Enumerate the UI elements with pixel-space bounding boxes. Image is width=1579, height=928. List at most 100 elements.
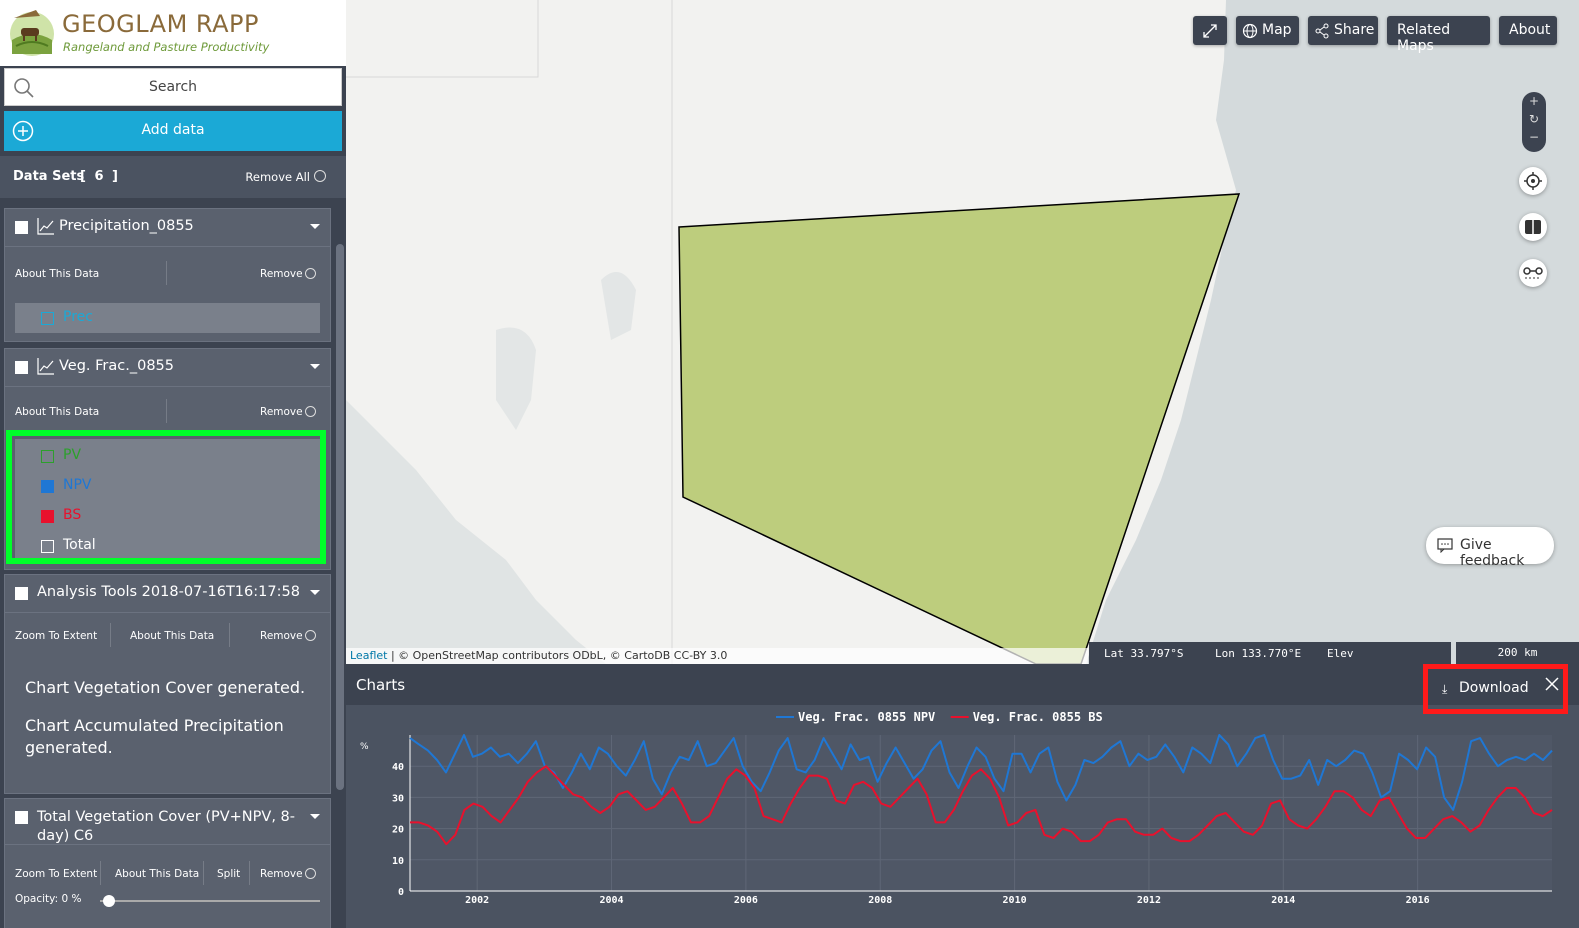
y-tick-label: 40 bbox=[392, 762, 404, 773]
legend-box: Prec bbox=[15, 303, 320, 333]
search-placeholder: Search bbox=[148, 79, 198, 95]
map-button[interactable]: Map bbox=[1236, 16, 1299, 45]
divider bbox=[110, 623, 111, 647]
latitude: Lat 33.797°S bbox=[1104, 647, 1184, 660]
plot-area bbox=[410, 735, 1552, 891]
x-tick-label: 2014 bbox=[1271, 895, 1295, 906]
x-tick-label: 2008 bbox=[868, 895, 892, 906]
remove-icon[interactable] bbox=[305, 268, 316, 279]
coordinate-readout: Lat 33.797°S Lon 133.770°E Elev bbox=[1089, 642, 1451, 664]
about-data-link[interactable]: About This Data bbox=[15, 406, 99, 418]
feedback-label: Give feedback bbox=[1460, 537, 1525, 569]
my-location-button[interactable] bbox=[1519, 167, 1547, 195]
remove-icon[interactable] bbox=[305, 868, 316, 879]
chevron-down-icon[interactable] bbox=[310, 590, 320, 595]
dataset-visibility-checkbox[interactable] bbox=[15, 221, 28, 234]
dataset-panel-precipitation: Precipitation_0855 About This Data Remov… bbox=[4, 208, 331, 342]
related-maps-button[interactable]: Related Maps bbox=[1387, 16, 1490, 54]
sidebar: GEOGLAM RAPP Rangeland and Pasture Produ… bbox=[0, 0, 346, 928]
remove-link[interactable]: Remove bbox=[260, 268, 303, 280]
about-data-link[interactable]: About This Data bbox=[115, 868, 199, 880]
remove-icon[interactable] bbox=[305, 630, 316, 641]
close-icon[interactable] bbox=[1544, 676, 1560, 692]
leaflet-link[interactable]: Leaflet bbox=[350, 649, 387, 662]
brand-subtitle: Rangeland and Pasture Productivity bbox=[63, 40, 270, 54]
search-input[interactable]: Search bbox=[4, 68, 342, 106]
about-label: About bbox=[1509, 22, 1551, 38]
divider bbox=[229, 623, 230, 647]
elevation: Elev bbox=[1327, 647, 1354, 660]
app-window: GEOGLAM RAPP Rangeland and Pasture Produ… bbox=[0, 0, 1579, 928]
share-button[interactable]: Share bbox=[1308, 16, 1378, 45]
dataset-name: Analysis Tools 2018-07-16T16:17:58 bbox=[37, 584, 300, 600]
y-axis-label: % bbox=[360, 742, 369, 752]
about-data-link[interactable]: About This Data bbox=[130, 630, 214, 642]
dataset-header[interactable]: Analysis Tools 2018-07-16T16:17:58 bbox=[5, 575, 330, 613]
give-feedback-button[interactable]: Give feedback bbox=[1426, 527, 1554, 569]
dataset-actions: Zoom To Extent About This Data Remove bbox=[5, 613, 330, 659]
sidebar-scrollbar[interactable] bbox=[336, 244, 344, 790]
chevron-down-icon[interactable] bbox=[310, 814, 320, 819]
dataset-panel-total-veg-cover: Total Vegetation Cover (PV+NPV, 8-day) C… bbox=[4, 798, 331, 928]
x-tick-label: 2012 bbox=[1137, 895, 1161, 906]
measure-button[interactable] bbox=[1519, 259, 1547, 287]
dataset-visibility-checkbox[interactable] bbox=[15, 361, 28, 374]
brand-title: GEOGLAM RAPP bbox=[62, 10, 259, 38]
datasets-title: Data Sets bbox=[13, 169, 85, 184]
dataset-visibility-checkbox[interactable] bbox=[15, 811, 28, 824]
chevron-down-icon[interactable] bbox=[310, 224, 320, 229]
remove-link[interactable]: Remove bbox=[260, 868, 303, 880]
opacity-slider-handle[interactable] bbox=[103, 895, 115, 907]
dataset-actions: Zoom To Extent About This Data Split Rem… bbox=[5, 851, 330, 897]
chevron-down-icon[interactable] bbox=[310, 364, 320, 369]
download-label: Download bbox=[1459, 680, 1529, 696]
about-data-link[interactable]: About This Data bbox=[15, 268, 99, 280]
dataset-header[interactable]: Precipitation_0855 bbox=[5, 209, 330, 247]
y-tick-label: 20 bbox=[392, 825, 404, 836]
remove-link[interactable]: Remove bbox=[260, 406, 303, 418]
charts-panel: Charts ⤓ Download 0 10 20 30 40 2002 2004 2006 2… bbox=[346, 664, 1579, 928]
dataset-name: Precipitation_0855 bbox=[59, 218, 194, 234]
split-link[interactable]: Split bbox=[217, 868, 240, 880]
reset-view-icon[interactable]: ↻ bbox=[1522, 112, 1546, 126]
dataset-header[interactable]: Veg. Frac._0855 bbox=[5, 349, 330, 387]
dataset-header[interactable]: Total Vegetation Cover (PV+NPV, 8-day) C… bbox=[5, 799, 330, 845]
zoom-out-icon[interactable]: − bbox=[1522, 130, 1546, 144]
map-view[interactable]: Map Share Related Maps About + ↻ − Give … bbox=[346, 0, 1579, 664]
legend-checkbox[interactable] bbox=[41, 312, 54, 325]
opacity-slider-track[interactable] bbox=[100, 900, 320, 902]
split-view-button[interactable] bbox=[1519, 213, 1547, 241]
remove-all-button[interactable]: Remove All bbox=[245, 170, 310, 184]
dataset-name: Veg. Frac._0855 bbox=[59, 358, 175, 374]
chart: 0 10 20 30 40 2002 2004 2006 2008 2010 2012 2014 201… bbox=[360, 710, 1553, 906]
add-data-label: Add data bbox=[141, 122, 205, 138]
crosshair-icon bbox=[1524, 172, 1542, 190]
add-data-button[interactable]: Add data bbox=[4, 111, 342, 151]
charts-title: Charts bbox=[356, 676, 406, 694]
zoom-to-extent-link[interactable]: Zoom To Extent bbox=[15, 868, 97, 880]
x-tick-label: 2002 bbox=[465, 895, 489, 906]
remove-link[interactable]: Remove bbox=[260, 630, 303, 642]
y-tick-label: 0 bbox=[398, 887, 404, 898]
remove-icon[interactable] bbox=[305, 406, 316, 417]
dataset-visibility-checkbox[interactable] bbox=[15, 587, 28, 600]
zoom-to-extent-link[interactable]: Zoom To Extent bbox=[15, 630, 97, 642]
about-button[interactable]: About bbox=[1499, 16, 1557, 45]
expand-icon bbox=[1203, 24, 1217, 38]
download-icon: ⤓ bbox=[1442, 682, 1448, 696]
x-tick-label: 2006 bbox=[734, 895, 758, 906]
divider bbox=[249, 861, 250, 885]
line-chart-icon bbox=[37, 358, 54, 375]
remove-all-icon[interactable] bbox=[314, 170, 326, 182]
divider bbox=[100, 861, 101, 885]
share-button-label: Share bbox=[1334, 22, 1375, 38]
divider bbox=[166, 261, 167, 285]
fullscreen-button[interactable] bbox=[1193, 16, 1227, 45]
scale-bar: 200 km bbox=[1456, 642, 1579, 664]
longitude: Lon 133.770°E bbox=[1215, 647, 1302, 660]
legend-label: Veg. Frac. 0855 BS bbox=[973, 710, 1103, 724]
x-tick-label: 2010 bbox=[1003, 895, 1027, 906]
zoom-in-icon[interactable]: + bbox=[1522, 94, 1546, 108]
datasets-count: [ 6 ] bbox=[80, 169, 120, 184]
globe-icon bbox=[1242, 23, 1258, 39]
